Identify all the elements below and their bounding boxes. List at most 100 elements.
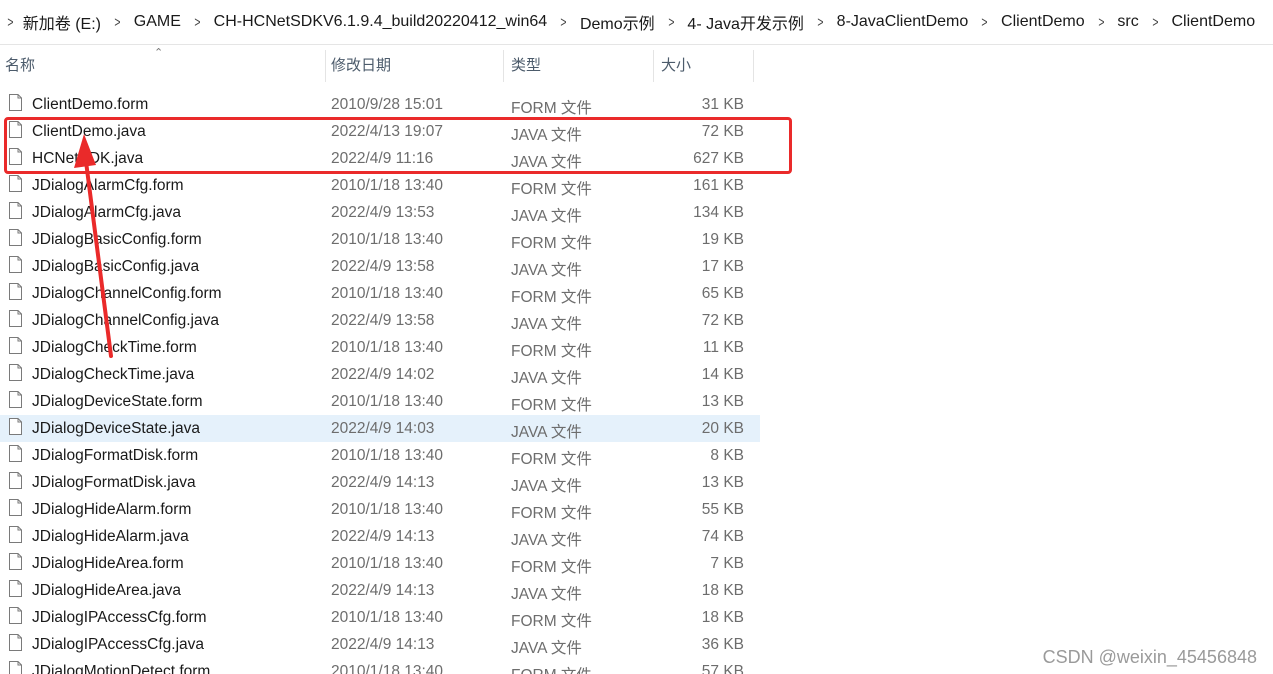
file-name: JDialogHideArea.form: [32, 555, 184, 572]
breadcrumb-item-sdk[interactable]: CH-HCNetSDKV6.1.9.4_build20220412_win64: [212, 11, 550, 33]
file-name: JDialogHideAlarm.form: [32, 501, 192, 518]
document-icon: [9, 148, 22, 165]
document-icon: [9, 499, 22, 516]
file-modified-date: 2010/1/18 13:40: [331, 339, 444, 356]
file-type: JAVA 文件: [511, 262, 582, 279]
file-size: 36 KB: [701, 636, 744, 653]
file-modified-date: 2022/4/9 13:53: [331, 204, 435, 221]
file-size: 57 KB: [701, 663, 744, 674]
document-icon: [9, 256, 22, 273]
file-type: FORM 文件: [511, 100, 592, 117]
file-size: 8 KB: [710, 447, 744, 464]
file-size: 72 KB: [701, 312, 744, 329]
file-modified-date: 2010/9/28 15:01: [331, 96, 444, 113]
file-row[interactable]: JDialogAlarmCfg.java 2022/4/9 13:53 JAVA 文…: [0, 199, 760, 226]
file-row[interactable]: JDialogBasicConfig.form 2010/1/18 13:40 FO…: [0, 226, 760, 253]
file-name: JDialogMotionDetect.form: [32, 663, 211, 674]
file-name: JDialogAlarmCfg.java: [32, 204, 182, 221]
file-row[interactable]: JDialogCheckTime.java 2022/4/9 14:02 JAVA …: [0, 361, 760, 388]
chevron-right-icon[interactable]: >: [1091, 14, 1111, 31]
file-row[interactable]: JDialogCheckTime.form 2010/1/18 13:40 FORM…: [0, 334, 760, 361]
file-type: FORM 文件: [511, 559, 592, 576]
column-divider[interactable]: [325, 50, 326, 82]
breadcrumb-item-java-demo[interactable]: 4- Java开发示例: [685, 8, 805, 36]
file-type: JAVA 文件: [511, 316, 582, 333]
breadcrumb-item-javaclientdemo[interactable]: 8-JavaClientDemo: [835, 11, 971, 33]
breadcrumb-item-current[interactable]: ClientDemo: [1170, 11, 1258, 33]
chevron-right-icon[interactable]: >: [810, 14, 830, 31]
file-row[interactable]: JDialogMotionDetect.form 2010/1/18 13:40 F…: [0, 658, 760, 674]
file-name: JDialogCheckTime.java: [32, 366, 195, 383]
chevron-right-icon[interactable]: >: [107, 14, 127, 31]
chevron-right-icon[interactable]: >: [3, 14, 18, 31]
file-type: JAVA 文件: [511, 208, 582, 225]
file-modified-date: 2010/1/18 13:40: [331, 231, 444, 248]
file-type: FORM 文件: [511, 451, 592, 468]
file-name: JDialogDeviceState.java: [32, 420, 201, 437]
file-name: JDialogAlarmCfg.form: [32, 177, 184, 194]
file-modified-date: 2022/4/9 11:16: [331, 150, 434, 167]
file-name: HCNetSDK.java: [32, 150, 144, 167]
file-row[interactable]: HCNetSDK.java 2022/4/9 11:16 JAVA 文件 627 KB: [0, 145, 760, 172]
chevron-right-icon[interactable]: >: [187, 14, 207, 31]
column-divider[interactable]: [753, 50, 754, 82]
file-type: FORM 文件: [511, 663, 592, 674]
column-header-size[interactable]: 大小: [661, 50, 751, 82]
file-size: 161 KB: [693, 177, 744, 194]
breadcrumb-item-game[interactable]: GAME: [132, 11, 183, 33]
file-size: 65 KB: [701, 285, 744, 302]
watermark: CSDN @weixin_45456848: [1042, 647, 1257, 667]
file-type: FORM 文件: [511, 235, 592, 252]
file-row[interactable]: JDialogBasicConfig.java 2022/4/9 13:58 JAV…: [0, 253, 760, 280]
file-row[interactable]: JDialogChannelConfig.java 2022/4/9 13:58 J…: [0, 307, 760, 334]
file-list: ClientDemo.form 2010/9/28 15:01 FORM 文件 31 …: [0, 91, 760, 674]
document-icon: [9, 607, 22, 624]
column-divider[interactable]: [503, 50, 504, 82]
file-modified-date: 2022/4/9 14:02: [331, 366, 435, 383]
file-size: 19 KB: [701, 231, 744, 248]
document-icon: [9, 121, 22, 138]
breadcrumb-item-demo[interactable]: Demo示例: [578, 8, 657, 36]
file-row[interactable]: ClientDemo.java 2022/4/13 19:07 JAVA 文件 72 …: [0, 118, 760, 145]
file-size: 11 KB: [702, 339, 744, 356]
file-explorer-window: > 新加卷 (E:) > GAME > CH-HCNetSDKV6.1.9.4_…: [0, 0, 1273, 674]
file-row[interactable]: ClientDemo.form 2010/9/28 15:01 FORM 文件 31 …: [0, 91, 760, 118]
file-type: JAVA 文件: [511, 640, 582, 657]
document-icon: [9, 526, 22, 543]
file-type: FORM 文件: [511, 289, 592, 306]
file-modified-date: 2010/1/18 13:40: [331, 555, 444, 572]
file-modified-date: 2022/4/13 19:07: [331, 123, 444, 140]
column-header-type[interactable]: 类型: [511, 50, 651, 82]
document-icon: [9, 202, 22, 219]
breadcrumb-item-drive[interactable]: 新加卷 (E:): [21, 8, 103, 36]
file-row[interactable]: JDialogHideAlarm.java 2022/4/9 14:13 JAVA …: [0, 523, 760, 550]
breadcrumb-item-src[interactable]: src: [1115, 11, 1140, 33]
column-header-date[interactable]: 修改日期: [331, 50, 501, 82]
file-type: JAVA 文件: [511, 370, 582, 387]
column-divider[interactable]: [653, 50, 654, 82]
file-row[interactable]: JDialogDeviceState.form 2010/1/18 13:40 FO…: [0, 388, 760, 415]
file-row[interactable]: JDialogIPAccessCfg.form 2010/1/18 13:40 FO…: [0, 604, 760, 631]
file-modified-date: 2022/4/9 13:58: [331, 258, 435, 275]
file-modified-date: 2022/4/9 14:03: [331, 420, 435, 437]
document-icon: [9, 472, 22, 489]
file-row[interactable]: JDialogHideAlarm.form 2010/1/18 13:40 FORM…: [0, 496, 760, 523]
file-row[interactable]: JDialogHideArea.java 2022/4/9 14:13 JAVA 文…: [0, 577, 760, 604]
document-icon: [9, 283, 22, 300]
file-row[interactable]: JDialogChannelConfig.form 2010/1/18 13:40…: [0, 280, 760, 307]
chevron-right-icon[interactable]: >: [554, 14, 574, 31]
file-row[interactable]: JDialogFormatDisk.form 2010/1/18 13:40 FOR…: [0, 442, 760, 469]
breadcrumb-item-clientdemo[interactable]: ClientDemo: [999, 11, 1087, 33]
file-type: FORM 文件: [511, 505, 592, 522]
file-row[interactable]: JDialogHideArea.form 2010/1/18 13:40 FORM …: [0, 550, 760, 577]
document-icon: [9, 634, 22, 651]
file-row[interactable]: JDialogDeviceState.java 2022/4/9 14:03 JAV…: [0, 415, 760, 442]
column-header-name[interactable]: 名称: [5, 50, 325, 82]
file-row[interactable]: JDialogAlarmCfg.form 2010/1/18 13:40 FORM …: [0, 172, 760, 199]
chevron-right-icon[interactable]: >: [661, 14, 681, 31]
file-row[interactable]: JDialogFormatDisk.java 2022/4/9 14:13 JAVA…: [0, 469, 760, 496]
file-row[interactable]: JDialogIPAccessCfg.java 2022/4/9 14:13 JAV…: [0, 631, 760, 658]
breadcrumb[interactable]: > 新加卷 (E:) > GAME > CH-HCNetSDKV6.1.9.4_…: [0, 0, 1273, 45]
chevron-right-icon[interactable]: >: [975, 14, 995, 31]
chevron-right-icon[interactable]: >: [1145, 14, 1165, 31]
